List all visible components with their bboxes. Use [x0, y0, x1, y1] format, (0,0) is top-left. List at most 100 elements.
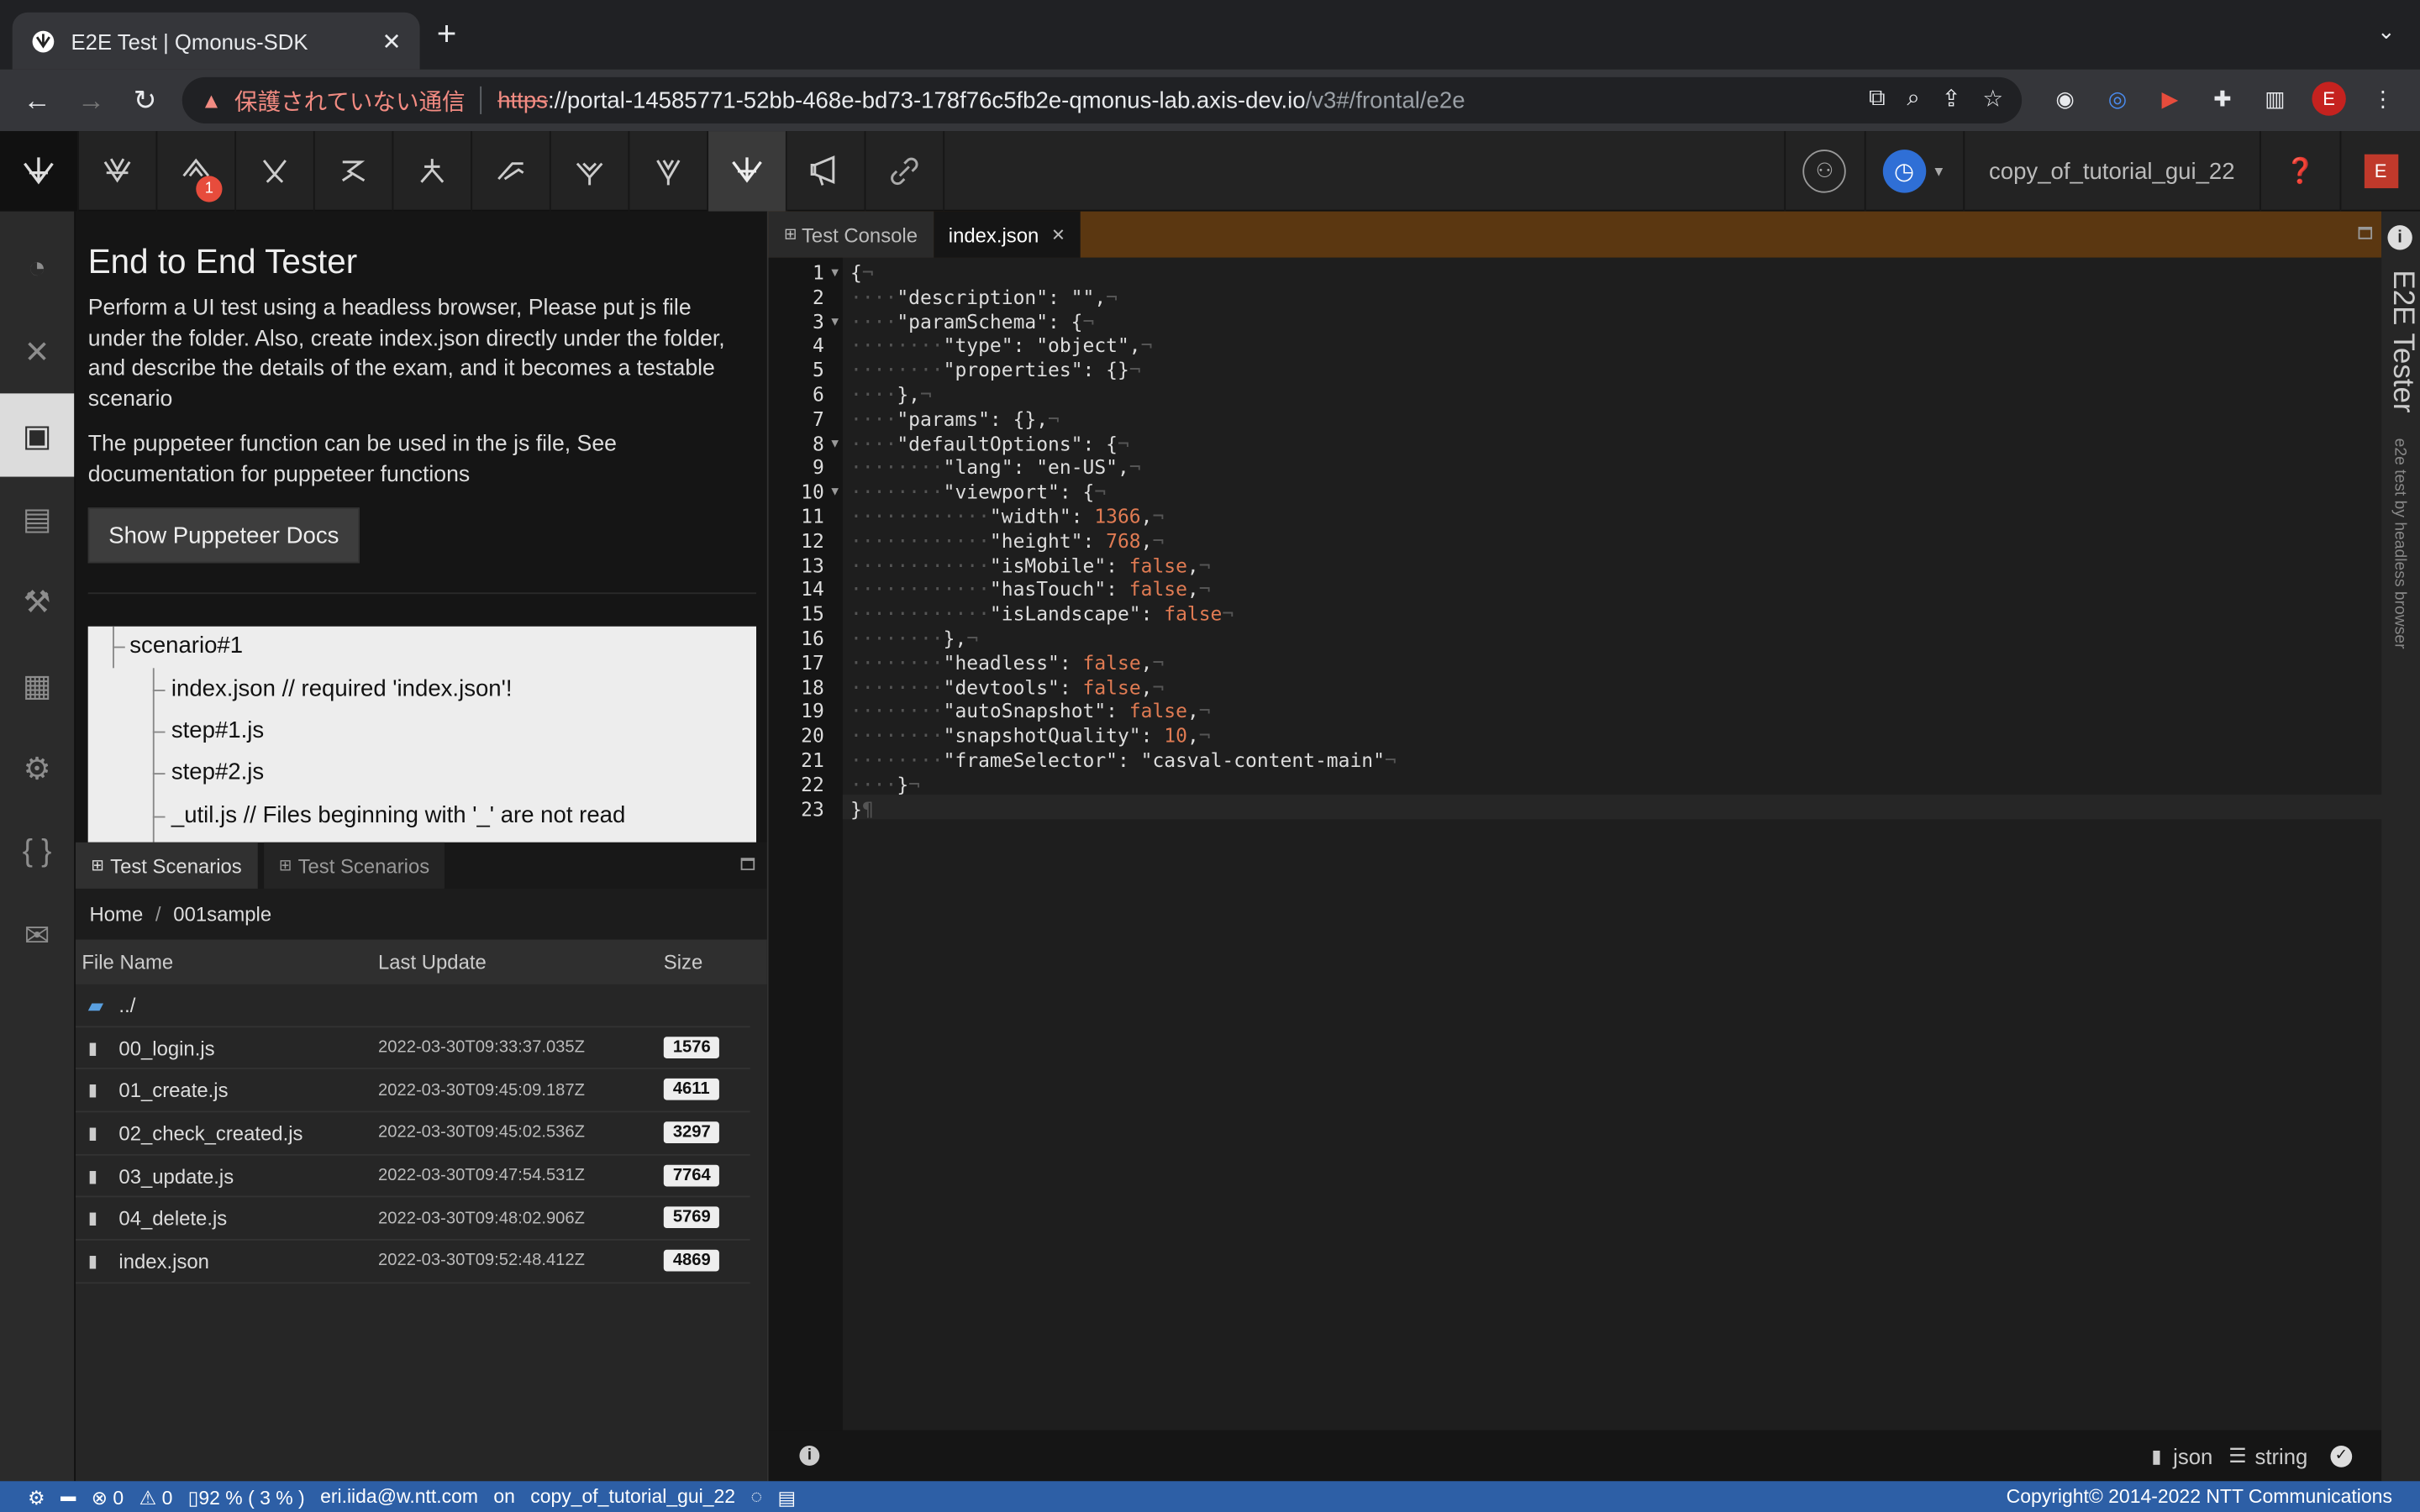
- table-row[interactable]: ▮ 00_login.js 2022-03-30T09:33:37.035Z 1576: [76, 1027, 750, 1070]
- breadcrumb-current[interactable]: 001sample: [173, 902, 271, 926]
- line-number: 3: [812, 309, 824, 333]
- editor-mode[interactable]: json: [2173, 1443, 2212, 1467]
- contact-card-icon[interactable]: ▦: [0, 643, 74, 727]
- users-button[interactable]: ⚇: [1783, 131, 1865, 212]
- extensions-puzzle-icon[interactable]: ✚: [2207, 83, 2238, 114]
- reload-icon[interactable]: ↻: [127, 81, 164, 118]
- code-editor-panel: ⊞ Test Console index.json ✕ 1 ▼ 2 3 ▼ 4 5 6 7 8 ▼ 9 10…: [766, 211, 2383, 1482]
- share-icon[interactable]: ⇪: [1942, 85, 1961, 113]
- user-menu[interactable]: E: [2339, 131, 2420, 212]
- settings-icon[interactable]: ⚙: [28, 1485, 45, 1509]
- line-number: 16: [801, 626, 824, 650]
- hammer-icon[interactable]: ⚒: [0, 560, 74, 643]
- eol-marker: ¬: [1048, 407, 1060, 431]
- fold-toggle-icon[interactable]: ▼: [829, 485, 841, 499]
- tab-close-icon[interactable]: ✕: [1051, 224, 1065, 244]
- bookmark-star-icon[interactable]: ☆: [1982, 85, 2003, 113]
- app-logo[interactable]: [0, 131, 79, 212]
- code-text: ,: [1140, 650, 1153, 675]
- file-icon: ▮: [87, 1167, 97, 1186]
- app-tab-6[interactable]: [472, 131, 551, 212]
- help-button[interactable]: ❓: [2259, 131, 2340, 212]
- fold-toggle-icon[interactable]: ▼: [829, 436, 841, 450]
- app-tab-8[interactable]: [629, 131, 709, 212]
- dashboard-icon[interactable]: ◔: [0, 227, 74, 310]
- table-row[interactable]: ▮ 03_update.js 2022-03-30T09:47:54.531Z 776…: [76, 1155, 750, 1199]
- app-tab-3[interactable]: [236, 131, 315, 212]
- code-text: "isMobile":: [989, 553, 1129, 577]
- app-tab-4[interactable]: [315, 131, 394, 212]
- maximize-icon[interactable]: [740, 858, 755, 870]
- line-number: 6: [812, 382, 824, 407]
- mail-icon[interactable]: ✉: [0, 893, 74, 976]
- settings-gears-icon[interactable]: ⚙: [0, 727, 74, 810]
- mech-icon: [497, 162, 524, 181]
- table-row[interactable]: ▮ 01_create.js 2022-03-30T09:45:09.187Z 461…: [76, 1070, 750, 1113]
- forward-icon[interactable]: →: [72, 81, 109, 118]
- table-row[interactable]: ▮ index.json 2022-03-30T09:52:48.412Z 4869: [76, 1241, 750, 1284]
- table-row[interactable]: ▮ 04_delete.js 2022-03-30T09:48:02.906Z 576…: [76, 1198, 750, 1241]
- file-name: 03_update.js: [118, 1163, 234, 1188]
- eol-marker: ¬: [920, 382, 932, 407]
- back-icon[interactable]: ←: [18, 81, 55, 118]
- new-tab-button[interactable]: +: [437, 16, 457, 50]
- side-panel-icon[interactable]: ▥: [2260, 83, 2291, 114]
- eol-marker: ¬: [1082, 309, 1095, 333]
- profile-avatar[interactable]: E: [2312, 81, 2346, 116]
- translate-icon[interactable]: ⧉: [1869, 85, 1886, 113]
- table-row-parent[interactable]: ▰ ../: [76, 984, 750, 1027]
- tab-test-scenarios-2[interactable]: ⊞ Test Scenarios: [263, 842, 445, 889]
- app-tab-e2e[interactable]: [708, 131, 787, 212]
- address-bar[interactable]: ▲ 保護されていない通信 https ://portal-14585771-52…: [182, 76, 2023, 123]
- extension-sync-icon[interactable]: ◎: [2102, 83, 2133, 114]
- maximize-icon[interactable]: [2358, 227, 2373, 239]
- users-icon: ⚇: [1802, 150, 1847, 193]
- tab-index-json[interactable]: index.json ✕: [933, 211, 1081, 258]
- tab-test-scenarios[interactable]: ⊞ Test Scenarios: [76, 842, 258, 889]
- warning-count[interactable]: ⚠ 0: [139, 1485, 173, 1509]
- table-row[interactable]: ▮ 02_check_created.js 2022-03-30T09:45:02.…: [76, 1112, 750, 1156]
- app-tab-10[interactable]: [787, 131, 866, 212]
- browser-window-icon[interactable]: ▣: [0, 393, 75, 477]
- app-tab-7[interactable]: [551, 131, 630, 212]
- tab-search-button[interactable]: ⌄: [2377, 18, 2396, 45]
- file-icon[interactable]: ▤: [0, 477, 74, 560]
- line-number: 2: [812, 285, 824, 308]
- column-header-updated[interactable]: Last Update: [378, 950, 487, 974]
- breadcrumb-home[interactable]: Home: [90, 902, 144, 926]
- extension-globe-icon[interactable]: ◉: [2049, 83, 2081, 114]
- project-name[interactable]: copy_of_tutorial_gui_22: [1962, 131, 2260, 212]
- column-header-size[interactable]: Size: [664, 950, 702, 974]
- tools-icon[interactable]: ✕: [0, 310, 74, 393]
- code-area[interactable]: {¬ ····"description": "",¬ ····"paramSchem…: [842, 257, 2383, 1431]
- extension-video-icon[interactable]: ▶: [2154, 83, 2186, 114]
- tree-node: scenario#1: [129, 633, 244, 659]
- error-count-value: 0: [113, 1486, 124, 1509]
- value-type[interactable]: string: [2254, 1443, 2307, 1467]
- zoom-icon[interactable]: ⌕: [1907, 85, 1919, 113]
- app-tab-1[interactable]: [79, 131, 158, 212]
- code-line: ····"description": "",¬: [850, 285, 1118, 308]
- fold-toggle-icon[interactable]: ▼: [829, 314, 841, 328]
- column-header-name[interactable]: File Name: [82, 950, 173, 974]
- security-status[interactable]: 保護されていない通信: [234, 84, 466, 117]
- app-tab-5[interactable]: [393, 131, 473, 212]
- document-icon[interactable]: ▤: [777, 1485, 796, 1509]
- app-tab-2[interactable]: 1: [157, 131, 237, 212]
- error-count[interactable]: ⊗ 0: [92, 1485, 124, 1509]
- tab-test-console[interactable]: ⊞ Test Console: [768, 211, 934, 258]
- app-tab-link[interactable]: [865, 131, 945, 212]
- browser-tab[interactable]: E2E Test | Qmonus-SDK ✕: [12, 12, 420, 70]
- tab-close-icon[interactable]: ✕: [381, 27, 401, 55]
- info-icon[interactable]: i: [2387, 225, 2412, 250]
- browser-menu-icon[interactable]: ⋮: [2368, 83, 2399, 114]
- status-project-name: copy_of_tutorial_gui_22: [530, 1485, 736, 1508]
- code-text: "headless":: [943, 650, 1083, 675]
- fold-toggle-icon[interactable]: ▼: [829, 265, 841, 280]
- info-icon[interactable]: i: [799, 1446, 820, 1466]
- history-button[interactable]: ◷ ▼: [1864, 131, 1963, 212]
- show-puppeteer-docs-button[interactable]: Show Puppeteer Docs: [87, 507, 360, 564]
- braces-icon[interactable]: { }: [0, 810, 74, 893]
- code-text: ,: [1186, 723, 1199, 748]
- whitespace-marker: ····: [850, 772, 897, 796]
